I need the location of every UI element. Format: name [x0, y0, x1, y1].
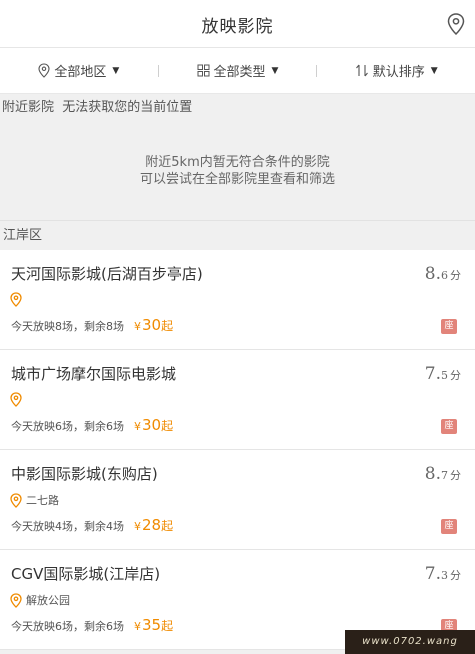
cinema-price: ¥28起	[134, 516, 173, 534]
cinema-item[interactable]: 中影国际影城(东购店) 8.7 分二七路今天放映4场，剩余4场 ¥28起 座	[0, 450, 475, 550]
map-pin-icon	[38, 63, 50, 78]
cinema-list: 天河国际影城(后湖百步亭店) 8.6 分今天放映8场，剩余8场 ¥30起座城市广场摩尔…	[0, 250, 475, 650]
cinema-name: 中影国际影城(东购店)	[11, 465, 158, 483]
empty-state: 附近5km内暂无符合条件的影院 可以尝试在全部影院里查看和筛选	[0, 122, 475, 220]
filter-sort-label: 默认排序	[372, 65, 425, 80]
filter-region[interactable]: 全部地区 ▼	[0, 61, 158, 80]
cinema-shows: 今天放映4场，剩余4场 ¥28起	[11, 516, 173, 534]
cinema-shows: 今天放映6场，剩余6场 ¥35起	[11, 616, 173, 634]
watermark: www.0702.wang	[345, 630, 475, 654]
cinema-price: ¥30起	[134, 316, 173, 334]
seat-badge: 座	[441, 519, 457, 534]
cinema-shows: 今天放映8场，剩余8场 ¥30起	[11, 316, 173, 334]
map-pin-icon	[10, 592, 22, 608]
shows-text: 今天放映6场，剩余6场	[11, 620, 124, 633]
filter-type[interactable]: 全部类型 ▼	[159, 61, 317, 80]
filter-sort[interactable]: 默认排序 ▼	[317, 61, 475, 80]
map-pin-icon	[10, 392, 22, 407]
filter-type-label: 全部类型	[213, 65, 266, 80]
cinema-name: 天河国际影城(后湖百步亭店)	[11, 265, 203, 283]
map-pin-icon	[10, 492, 22, 508]
currency-symbol: ¥	[134, 420, 141, 433]
seat-badge: 座	[441, 419, 457, 434]
filter-region-label: 全部地区	[54, 65, 107, 80]
price-value: 35	[142, 616, 162, 634]
cinema-item[interactable]: 天河国际影城(后湖百步亭店) 8.6 分今天放映8场，剩余8场 ¥30起 座	[0, 250, 475, 350]
empty-state-line1: 附近5km内暂无符合条件的影院	[145, 155, 330, 170]
map-pin-icon	[447, 13, 465, 35]
cinema-score: 8.7 分	[425, 464, 461, 484]
caret-down-icon: ▼	[271, 65, 279, 76]
score-integer: 7.	[424, 564, 441, 584]
currency-symbol: ¥	[134, 520, 141, 533]
location-button[interactable]	[445, 11, 467, 37]
empty-state-line2: 可以尝试在全部影院里查看和筛选	[139, 172, 335, 187]
cinema-price: ¥35起	[134, 616, 173, 634]
shows-text: 今天放映6场，剩余6场	[11, 420, 124, 433]
district-header: 江岸区	[0, 220, 475, 250]
header: 放映影院	[0, 0, 475, 48]
shows-text: 今天放映8场，剩余8场	[11, 320, 124, 333]
price-suffix: 起	[161, 319, 174, 333]
score-unit: 分	[450, 269, 461, 282]
filter-bar: 全部地区 ▼ 全部类型 ▼ 默认排序 ▼	[0, 48, 475, 94]
score-decimal: 3	[441, 569, 448, 582]
cinema-shows: 今天放映6场，剩余6场 ¥30起	[11, 416, 173, 434]
score-integer: 8.	[424, 464, 441, 484]
price-suffix: 起	[161, 619, 174, 633]
score-unit: 分	[450, 569, 461, 582]
score-decimal: 5	[441, 369, 448, 382]
seat-badge: 座	[441, 319, 457, 334]
grid-icon	[197, 64, 210, 77]
caret-down-icon: ▼	[430, 65, 438, 76]
cinema-score: 7.3 分	[425, 564, 461, 584]
cinema-name: CGV国际影城(江岸店)	[11, 565, 161, 583]
score-integer: 8.	[424, 264, 441, 284]
cinema-address	[10, 392, 26, 407]
score-unit: 分	[450, 369, 461, 382]
cinema-score: 7.5 分	[425, 364, 461, 384]
map-pin-icon	[10, 292, 22, 307]
score-unit: 分	[450, 469, 461, 482]
cinema-score: 8.6 分	[425, 264, 461, 284]
cinema-price: ¥30起	[134, 416, 173, 434]
page-title: 放映影院	[201, 17, 274, 37]
shows-text: 今天放映4场，剩余4场	[11, 520, 124, 533]
cinema-address-text: 二七路	[26, 494, 59, 507]
price-value: 30	[142, 416, 162, 434]
score-decimal: 7	[441, 469, 448, 482]
price-suffix: 起	[161, 419, 174, 433]
nearby-label: 附近影院	[2, 100, 55, 115]
price-value: 30	[142, 316, 162, 334]
currency-symbol: ¥	[134, 320, 141, 333]
cinema-address: 二七路	[10, 492, 59, 508]
nearby-section-header: 附近影院 无法获取您的当前位置	[0, 94, 475, 122]
nearby-status: 无法获取您的当前位置	[62, 100, 193, 115]
caret-down-icon: ▼	[112, 65, 120, 76]
price-suffix: 起	[161, 519, 174, 533]
cinema-address-text: 解放公园	[26, 594, 70, 607]
cinema-name: 城市广场摩尔国际电影城	[11, 365, 177, 383]
score-integer: 7.	[424, 364, 441, 384]
cinema-item[interactable]: 城市广场摩尔国际电影城 7.5 分今天放映6场，剩余6场 ¥30起 座	[0, 350, 475, 450]
cinema-address: 解放公园	[10, 592, 70, 608]
sort-icon	[355, 64, 368, 77]
price-value: 28	[142, 516, 162, 534]
score-decimal: 6	[441, 269, 448, 282]
cinema-address	[10, 292, 26, 307]
currency-symbol: ¥	[134, 620, 141, 633]
